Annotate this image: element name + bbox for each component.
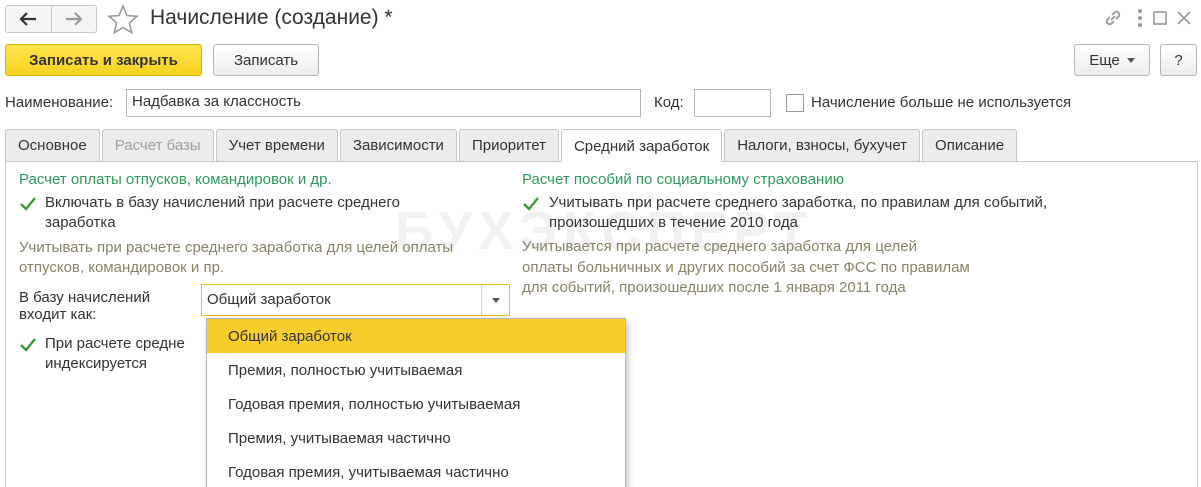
base-type-value: Общий заработок: [207, 291, 331, 308]
base-type-dropdown-button[interactable]: [481, 285, 509, 315]
unused-checkbox[interactable]: [786, 94, 804, 112]
social-hint-1: Учитывается при расчете среднего заработ…: [522, 238, 917, 255]
name-label: Наименование:: [5, 94, 114, 111]
base-type-label-2: входит как:: [19, 306, 97, 323]
maximize-icon: [1153, 11, 1167, 25]
unused-label: Начисление больше не используется: [811, 94, 1072, 111]
close-icon: [1177, 11, 1191, 25]
vacation-section-title: Расчет оплаты отпусков, командировок и д…: [19, 171, 332, 188]
include-base-label-1: Включать в базу начислений при расчете с…: [45, 194, 400, 211]
checkmark-icon: [20, 338, 36, 352]
star-icon: [107, 3, 139, 35]
back-arrow-icon: [19, 12, 37, 26]
tab-priority[interactable]: Приоритет: [458, 129, 559, 161]
base-type-dropdown-list: Общий заработок Премия, полностью учитыв…: [206, 318, 626, 487]
social-section-title: Расчет пособий по социальному страховани…: [522, 171, 844, 188]
maximize-button[interactable]: [1148, 7, 1172, 29]
forward-button[interactable]: [50, 6, 96, 32]
link-icon: [1105, 10, 1121, 26]
back-button[interactable]: [6, 6, 51, 32]
vacation-hint-2: отпусков, командировок и пр.: [19, 259, 225, 276]
favorite-star-button[interactable]: [107, 3, 139, 35]
help-button[interactable]: ?: [1160, 44, 1197, 76]
tab-average-earnings[interactable]: Средний заработок: [560, 129, 723, 162]
close-button[interactable]: [1172, 7, 1196, 29]
tab-dependencies[interactable]: Зависимости: [339, 129, 457, 161]
more-button[interactable]: Еще: [1074, 44, 1150, 76]
save-button[interactable]: Записать: [213, 44, 319, 76]
caret-down-icon: [1126, 57, 1135, 63]
consider-2010-checkbox[interactable]: [522, 195, 540, 213]
forward-arrow-icon: [65, 12, 83, 26]
consider-2010-label-2: произошедших в течение 2010 года: [549, 214, 798, 231]
tab-taxes[interactable]: Налоги, взносы, бухучет: [724, 129, 921, 161]
base-type-select[interactable]: Общий заработок: [201, 284, 510, 316]
dropdown-item[interactable]: Годовая премия, полностью учитываемая: [207, 387, 625, 421]
name-input[interactable]: Надбавка за классность: [126, 89, 641, 117]
checkmark-icon: [523, 197, 539, 211]
include-base-checkbox[interactable]: [19, 195, 37, 213]
tab-bar: Основное Расчет базы Учет времени Зависи…: [5, 129, 1019, 162]
index-checkbox[interactable]: [19, 336, 37, 354]
dropdown-item[interactable]: Общий заработок: [207, 319, 625, 353]
link-button[interactable]: [1101, 7, 1125, 29]
index-label-1: При расчете средне: [45, 335, 185, 352]
tab-description[interactable]: Описание: [922, 129, 1018, 161]
vacation-hint-1: Учитывать при расчете среднего заработка…: [19, 239, 454, 256]
save-and-close-button[interactable]: Записать и закрыть: [5, 44, 202, 76]
dropdown-item[interactable]: Годовая премия, учитываемая частично: [207, 455, 625, 487]
tab-base-calculation[interactable]: Расчет базы: [101, 129, 214, 161]
include-base-label-2: заработка: [45, 214, 116, 231]
checkmark-icon: [20, 197, 36, 211]
tab-main[interactable]: Основное: [5, 129, 100, 161]
code-input[interactable]: [694, 89, 771, 117]
consider-2010-label-1: Учитывать при расчете среднего заработка…: [549, 194, 1048, 211]
code-label: Код:: [654, 94, 684, 111]
history-nav: [5, 5, 97, 33]
menu-dots-icon: [1138, 9, 1142, 27]
window-title: Начисление (создание) *: [150, 6, 393, 29]
dropdown-item[interactable]: Премия, полностью учитываемая: [207, 353, 625, 387]
chevron-down-icon: [491, 297, 500, 303]
social-hint-3: для событий, произошедших после 1 января…: [522, 279, 906, 296]
more-label: Еще: [1089, 51, 1120, 69]
social-hint-2: оплаты больничных и других пособий за сч…: [522, 259, 970, 276]
dropdown-item[interactable]: Премия, учитываемая частично: [207, 421, 625, 455]
tab-time-accounting[interactable]: Учет времени: [215, 129, 338, 161]
index-label-2: индексируется: [45, 355, 148, 372]
